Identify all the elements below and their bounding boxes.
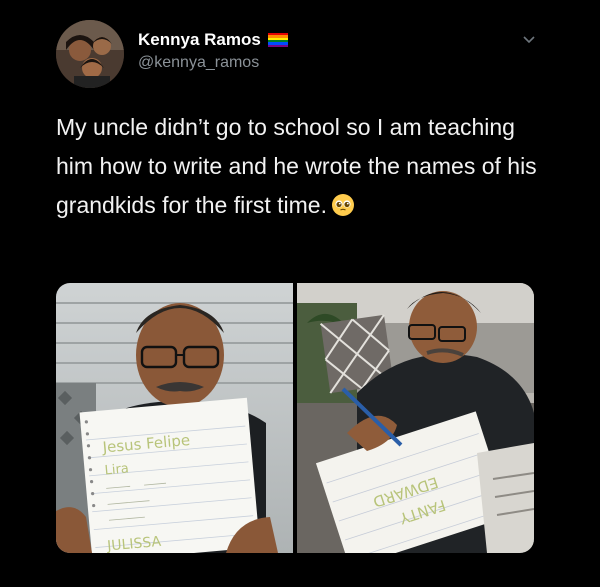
tweet: Kennya Ramos @kennya_ramos My uncle didn… (0, 0, 600, 587)
author-block: Kennya Ramos @kennya_ramos (138, 30, 288, 72)
pleading-face-emoji (332, 194, 354, 216)
media-grid: Jesus Felipe Lira JULISSA EDWARD FANTY (56, 283, 534, 553)
photo-man-holding-notebook[interactable]: Jesus Felipe Lira JULISSA (56, 283, 293, 553)
tweet-text-content: My uncle didn’t go to school so I am tea… (56, 114, 537, 218)
rainbow-flag-icon (267, 33, 288, 47)
avatar[interactable] (56, 20, 124, 88)
author-handle[interactable]: @kennya_ramos (138, 54, 288, 72)
author-name[interactable]: Kennya Ramos (138, 30, 261, 50)
photo-man-writing[interactable]: EDWARD FANTY (297, 283, 534, 553)
notebook-line-2: Lira (104, 461, 129, 478)
chevron-down-icon[interactable] (520, 30, 538, 48)
tweet-text: My uncle didn’t go to school so I am tea… (56, 108, 556, 225)
